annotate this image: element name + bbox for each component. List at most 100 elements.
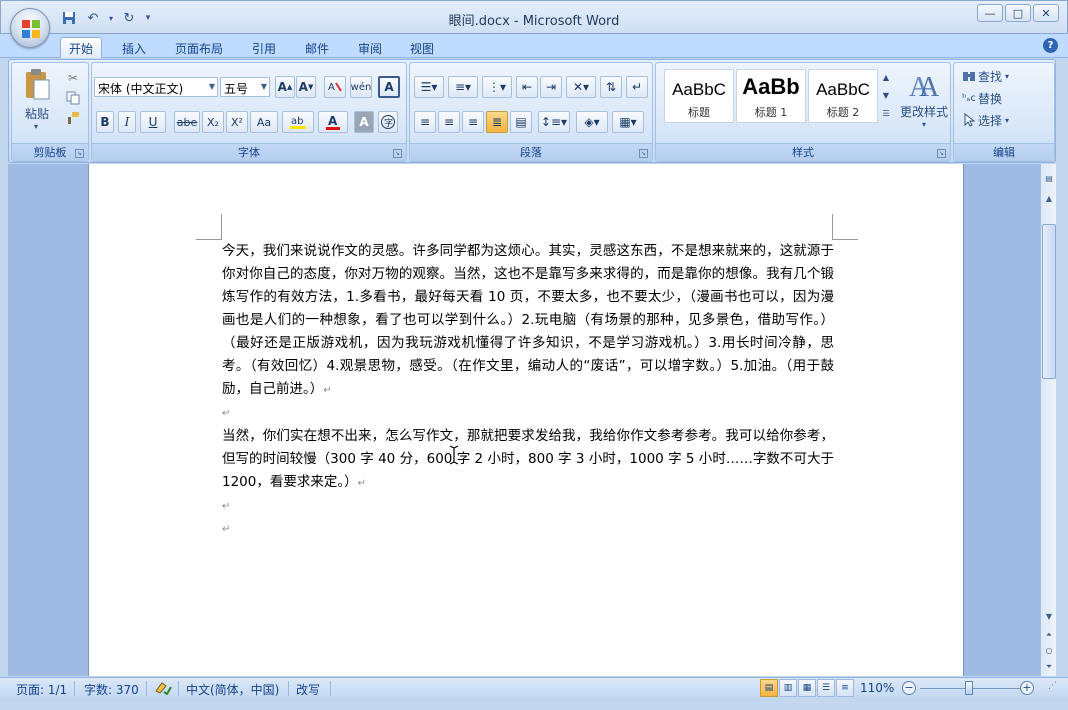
styles-launcher-icon[interactable]: ↘ xyxy=(937,149,946,158)
subscript-icon[interactable]: X₂ xyxy=(202,111,224,133)
tab-insert[interactable]: 插入 xyxy=(122,37,146,58)
styles-scroll-down-icon[interactable]: ▼ xyxy=(880,87,892,103)
align-center-icon[interactable]: ≡ xyxy=(438,111,460,133)
help-icon[interactable]: ? xyxy=(1043,38,1058,53)
resize-grip-icon[interactable]: ⋰ xyxy=(1048,681,1057,691)
character-border-icon[interactable]: A xyxy=(378,76,400,98)
bold-icon[interactable]: B xyxy=(96,111,114,133)
underline-icon[interactable]: U xyxy=(140,111,166,133)
draft-icon[interactable]: ≡ xyxy=(836,679,854,697)
sort-icon[interactable]: ⇅ xyxy=(600,76,622,98)
document-area[interactable]: 今天，我们来说说作文的灵感。许多同学都为这烦心。其实，灵感这东西，不是想来就来的… xyxy=(8,164,1040,676)
tab-view[interactable]: 视图 xyxy=(410,37,434,58)
scroll-thumb[interactable] xyxy=(1042,224,1056,379)
line-spacing-icon[interactable]: ↕≡▾ xyxy=(538,111,570,133)
paragraph-launcher-icon[interactable]: ↘ xyxy=(639,149,648,158)
shrink-font-icon[interactable]: A ▼ xyxy=(296,76,316,98)
find-button[interactable]: 查找 ▾ xyxy=(978,67,1028,85)
document-body[interactable]: 今天，我们来说说作文的灵感。许多同学都为这烦心。其实，灵感这东西，不是想来就来的… xyxy=(222,240,834,541)
clear-formatting-icon[interactable]: A xyxy=(324,76,346,98)
tab-references[interactable]: 引用 xyxy=(252,37,276,58)
style-heading-2[interactable]: AaBbC 标题 2 xyxy=(808,69,878,123)
font-size-combo[interactable]: 五号 ▼ xyxy=(220,77,270,97)
paste-icon[interactable] xyxy=(22,67,52,103)
highlight-color-icon[interactable]: ab xyxy=(282,111,314,133)
web-layout-icon[interactable]: ▦ xyxy=(798,679,816,697)
numbering-icon[interactable]: ≡▾ xyxy=(448,76,478,98)
zoom-level[interactable]: 110% xyxy=(860,681,894,695)
find-icon[interactable] xyxy=(962,67,976,85)
increase-indent-icon[interactable]: ⇥ xyxy=(540,76,562,98)
word-count[interactable]: 字数: 370 xyxy=(84,681,139,698)
strikethrough-icon[interactable]: abe xyxy=(174,111,200,133)
scroll-down-icon[interactable]: ▼ xyxy=(1042,610,1056,624)
vertical-scrollbar[interactable]: ▤ ▲ ▼ ⏶ ○ ⏷ xyxy=(1040,164,1056,676)
zoom-in-icon[interactable]: + xyxy=(1020,681,1034,695)
bullets-icon[interactable]: ☰▾ xyxy=(414,76,444,98)
chinese-layout-icon[interactable]: ✕▾ xyxy=(566,76,596,98)
clipboard-launcher-icon[interactable]: ↘ xyxy=(75,149,84,158)
full-screen-reading-icon[interactable]: ▥ xyxy=(779,679,797,697)
multilevel-list-icon[interactable]: ⋮▾ xyxy=(482,76,512,98)
shading-icon[interactable]: ◈▾ xyxy=(576,111,608,133)
font-name-combo[interactable]: 宋体 (中文正文) ▼ xyxy=(94,77,218,97)
italic-icon[interactable]: I xyxy=(118,111,136,133)
font-color-icon[interactable]: A xyxy=(318,111,348,133)
ruler-toggle-icon[interactable]: ▤ xyxy=(1042,172,1056,186)
replace-button[interactable]: 替换 xyxy=(978,89,1028,107)
align-right-icon[interactable]: ≡ xyxy=(462,111,484,133)
select-button[interactable]: 选择 ▾ xyxy=(978,111,1028,129)
distributed-icon[interactable]: ▤ xyxy=(510,111,532,133)
styles-more-icon[interactable]: ☰ xyxy=(880,105,892,121)
tab-home[interactable]: 开始 xyxy=(60,37,103,58)
office-button[interactable] xyxy=(10,8,50,48)
copy-icon[interactable] xyxy=(64,89,82,107)
style-heading-1[interactable]: AaBb 标题 1 xyxy=(736,69,806,123)
justify-icon[interactable]: ≣ xyxy=(486,111,508,133)
language-indicator[interactable]: 中文(简体，中国) xyxy=(186,681,279,698)
paragraph[interactable]: 今天，我们来说说作文的灵感。许多同学都为这烦心。其实，灵感这东西，不是想来就来的… xyxy=(222,240,834,402)
format-painter-icon[interactable] xyxy=(64,109,82,127)
maximize-button[interactable]: □ xyxy=(1005,4,1031,22)
align-left-icon[interactable]: ≡ xyxy=(414,111,436,133)
enclose-characters-icon[interactable]: 字 xyxy=(378,111,398,133)
change-case-icon[interactable]: Aa xyxy=(250,111,278,133)
borders-icon[interactable]: ▦▾ xyxy=(612,111,644,133)
phonetic-guide-icon[interactable]: wén xyxy=(350,76,372,98)
paste-dropdown-icon[interactable]: ▾ xyxy=(30,121,42,131)
paste-button[interactable]: 粘贴 xyxy=(19,105,55,121)
superscript-icon[interactable]: X² xyxy=(226,111,248,133)
grow-font-icon[interactable]: A ▲ xyxy=(275,76,295,98)
paragraph[interactable]: 当然，你们实在想不出来，怎么写作文，那就把要求发给我，我给你作文参考参考。我可以… xyxy=(222,425,834,495)
font-launcher-icon[interactable]: ↘ xyxy=(393,149,402,158)
next-page-icon[interactable]: ⏷ xyxy=(1042,660,1056,674)
scroll-up-icon[interactable]: ▲ xyxy=(1042,192,1056,206)
show-hide-marks-icon[interactable]: ↵ xyxy=(626,76,648,98)
empty-paragraph[interactable]: ↵ xyxy=(222,518,834,541)
empty-paragraph[interactable]: ↵ xyxy=(222,495,834,518)
cut-icon[interactable]: ✂ xyxy=(64,69,82,87)
character-shading-icon[interactable]: A xyxy=(354,111,374,133)
replace-icon[interactable]: ᵇₐc xyxy=(962,89,976,107)
previous-page-icon[interactable]: ⏶ xyxy=(1042,628,1056,642)
styles-scroll-up-icon[interactable]: ▲ xyxy=(880,69,892,85)
zoom-out-icon[interactable]: − xyxy=(902,681,916,695)
close-button[interactable]: ✕ xyxy=(1033,4,1059,22)
document-page[interactable]: 今天，我们来说说作文的灵感。许多同学都为这烦心。其实，灵感这东西，不是想来就来的… xyxy=(88,164,964,676)
print-layout-icon[interactable]: ▤ xyxy=(760,679,778,697)
proofing-icon[interactable] xyxy=(154,681,172,698)
empty-paragraph[interactable]: ↵ xyxy=(222,402,834,425)
tab-page-layout[interactable]: 页面布局 xyxy=(175,37,223,58)
decrease-indent-icon[interactable]: ⇤ xyxy=(516,76,538,98)
zoom-slider-thumb[interactable] xyxy=(965,681,973,695)
outline-icon[interactable]: ☰ xyxy=(817,679,835,697)
style-title[interactable]: AaBbC 标题 xyxy=(664,69,734,123)
minimize-button[interactable]: — xyxy=(977,4,1003,22)
select-pointer-icon[interactable] xyxy=(962,111,976,129)
tab-mailings[interactable]: 邮件 xyxy=(305,37,329,58)
change-styles-button[interactable]: 更改样式 xyxy=(896,103,952,119)
tab-review[interactable]: 审阅 xyxy=(358,37,382,58)
chevron-down-icon[interactable]: ▾ xyxy=(918,119,930,129)
browse-object-icon[interactable]: ○ xyxy=(1042,644,1056,658)
change-styles-icon[interactable]: AA xyxy=(906,69,942,101)
